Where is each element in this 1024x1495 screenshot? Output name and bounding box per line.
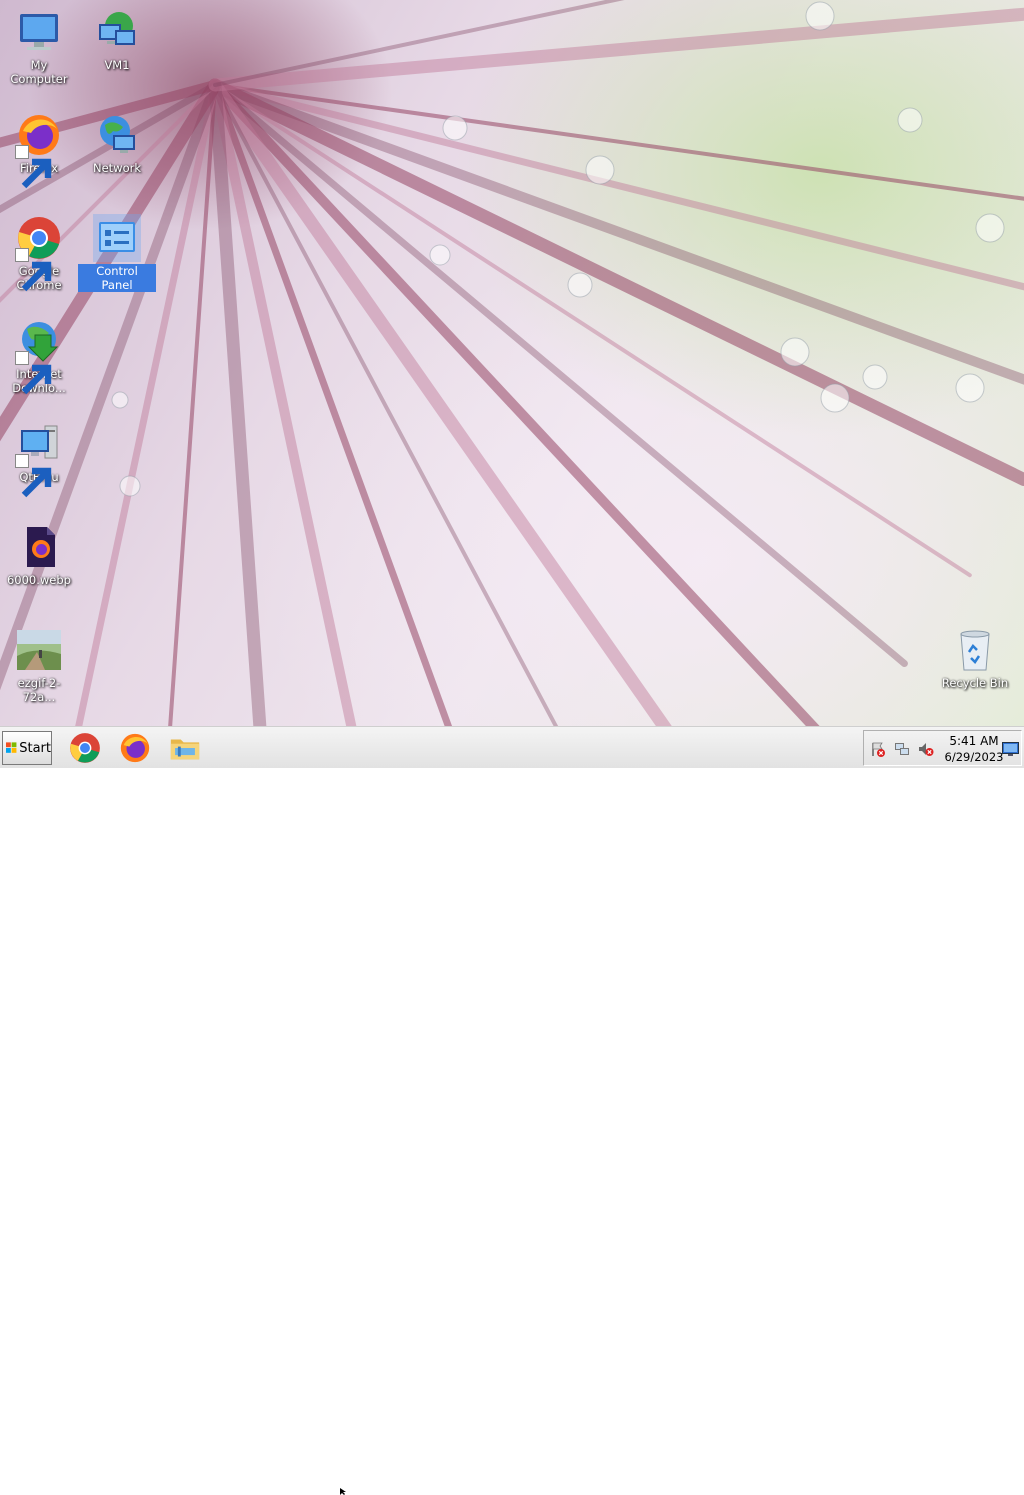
icon-label: ezgif-2-72a... bbox=[17, 676, 61, 704]
control-panel-desktop-icon[interactable]: Control Panel bbox=[78, 214, 156, 292]
taskbar-file-explorer-button[interactable] bbox=[168, 731, 204, 765]
shortcut-arrow-icon bbox=[15, 454, 52, 498]
webp-file-desktop-icon[interactable]: 6000.webp bbox=[0, 523, 78, 587]
vm1-desktop-icon[interactable]: VM1 bbox=[78, 8, 156, 72]
network-icon[interactable] bbox=[894, 741, 910, 757]
icon-label: VM1 bbox=[104, 58, 130, 72]
qtemu-icon bbox=[15, 420, 63, 498]
wallpaper-dewdrop bbox=[442, 115, 468, 141]
my-computer-desktop-icon[interactable]: My Computer bbox=[0, 8, 78, 86]
windows-logo-icon bbox=[6, 742, 17, 753]
wallpaper-dewdrop bbox=[111, 391, 129, 409]
file-explorer-icon bbox=[170, 739, 200, 760]
wallpaper-dewdrop bbox=[820, 383, 850, 413]
chrome-icon bbox=[70, 733, 100, 763]
clock-date[interactable]: 6/29/2023 bbox=[940, 750, 1008, 764]
shortcut-arrow-icon bbox=[15, 248, 52, 292]
icon-label: Control Panel bbox=[78, 264, 156, 292]
firefox-desktop-icon[interactable]: Firefox bbox=[0, 111, 78, 189]
internet-download-manager-desktop-icon[interactable]: Internet Downlo... bbox=[0, 317, 78, 395]
shortcut-arrow-icon bbox=[15, 351, 52, 395]
taskbar: Start 5:41 AM 6/29/2023 bbox=[0, 726, 1024, 1495]
start-button[interactable]: Start bbox=[2, 731, 52, 765]
wallpaper-dewdrop bbox=[805, 1, 835, 31]
recycle-bin-icon bbox=[951, 626, 999, 674]
wallpaper-ray bbox=[210, 80, 820, 726]
desktop[interactable]: My Computer VM1 Firefox Network Google C… bbox=[0, 0, 1024, 726]
google-chrome-desktop-icon[interactable]: Google Chrome bbox=[0, 214, 78, 292]
wallpaper-dewdrop bbox=[119, 475, 141, 497]
control-panel-icon bbox=[93, 214, 141, 262]
wallpaper-dewdrop bbox=[429, 244, 451, 266]
recycle-bin-desktop-icon[interactable]: Recycle Bin bbox=[936, 626, 1014, 690]
wallpaper-ray bbox=[208, 7, 1024, 92]
ezgif-file-desktop-icon[interactable]: ezgif-2-72a... bbox=[0, 626, 78, 704]
taskbar-chrome-button[interactable] bbox=[68, 731, 104, 765]
shortcut-arrow-icon bbox=[15, 145, 52, 189]
internet-download-manager-icon bbox=[15, 317, 63, 395]
show-desktop-icon bbox=[1002, 742, 1019, 756]
icon-label: Network bbox=[92, 161, 142, 175]
network-desktop-icon[interactable]: Network bbox=[78, 111, 156, 175]
wallpaper-dewdrop bbox=[567, 272, 593, 298]
system-tray: 5:41 AM 6/29/2023 bbox=[863, 730, 1022, 766]
icon-label: My Computer bbox=[10, 58, 68, 86]
mouse-cursor-icon bbox=[340, 1488, 346, 1495]
icon-label: Recycle Bin bbox=[941, 676, 1009, 690]
wallpaper-dewdrop bbox=[862, 364, 888, 390]
wallpaper-dewdrop bbox=[897, 107, 923, 133]
wallpaper-dewdrop bbox=[780, 337, 810, 367]
wallpaper-dewdrop bbox=[955, 373, 985, 403]
firefox-icon bbox=[15, 111, 63, 189]
qtemu-desktop-icon[interactable]: QtEmu bbox=[0, 420, 78, 498]
my-computer-icon bbox=[15, 8, 63, 56]
taskbar-firefox-button[interactable] bbox=[118, 731, 154, 765]
action-center-flag-icon[interactable] bbox=[870, 741, 886, 757]
wallpaper-dewdrop bbox=[585, 155, 615, 185]
chrome-icon bbox=[15, 214, 63, 292]
network-globe-icon bbox=[93, 111, 141, 159]
icon-label: 6000.webp bbox=[6, 573, 71, 587]
start-label: Start bbox=[19, 740, 51, 756]
wallpaper bbox=[0, 0, 1024, 726]
volume-muted-icon[interactable] bbox=[918, 741, 934, 757]
network-computers-icon bbox=[93, 8, 141, 56]
firefox-document-icon bbox=[15, 523, 63, 571]
wallpaper-dewdrop bbox=[975, 213, 1005, 243]
clock-time[interactable]: 5:41 AM bbox=[942, 734, 1006, 748]
image-thumbnail-icon bbox=[15, 626, 63, 674]
firefox-icon bbox=[120, 733, 150, 763]
show-desktop-button[interactable] bbox=[1002, 741, 1019, 756]
